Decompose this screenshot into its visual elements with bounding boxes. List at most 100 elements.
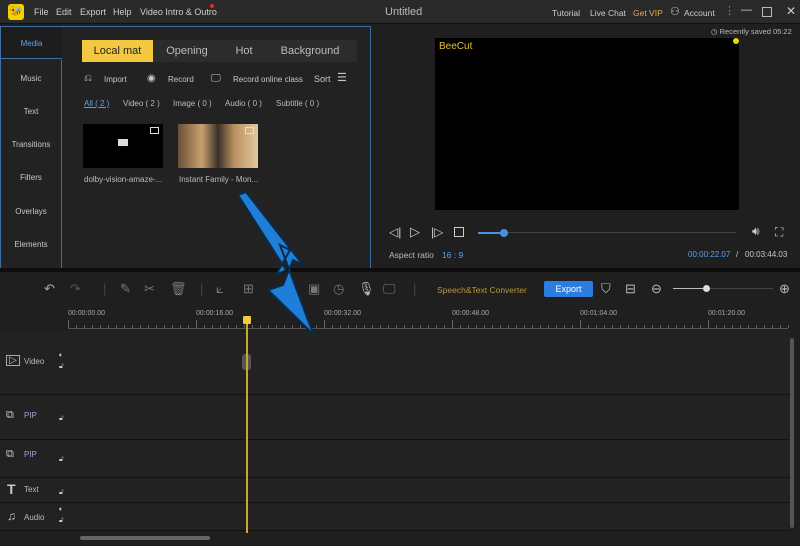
volume-icon[interactable]: 🔊︎ (752, 224, 760, 239)
monitor-icon[interactable]: 🖵 (211, 73, 221, 84)
ruler-tick (780, 325, 781, 328)
live-chat-link[interactable]: Live Chat (590, 8, 626, 18)
stop-button[interactable] (454, 227, 464, 237)
prev-frame-button[interactable]: ◁| (389, 225, 401, 239)
crop-icon[interactable]: ⟀ (216, 281, 224, 297)
ruler-tick (516, 325, 517, 328)
ruler-tick (132, 325, 133, 328)
export-button[interactable]: Export (544, 281, 593, 297)
lock-icon[interactable]: 🔓︎ (59, 517, 64, 525)
record-button[interactable]: Record (168, 75, 194, 84)
record-icon[interactable]: ◉ (147, 73, 156, 84)
account-icon[interactable]: ⚇ (670, 5, 680, 18)
get-vip-link[interactable]: Get VIP (633, 8, 663, 18)
import-icon[interactable]: ⎌ (84, 73, 92, 84)
list-icon[interactable]: ☰ (337, 71, 347, 84)
duration-icon[interactable]: ◷ (333, 281, 344, 297)
menu-video-intro-outro[interactable]: Video Intro & Outro (140, 7, 217, 17)
panel-divider[interactable] (0, 268, 800, 272)
sidebar-item-filters[interactable]: Filters (0, 173, 62, 182)
sidebar-item-elements[interactable]: Elements (0, 240, 62, 249)
speaker-icon[interactable]: 🔈︎ (59, 506, 63, 514)
ruler-tick (764, 325, 765, 328)
sidebar-item-overlays[interactable]: Overlays (0, 207, 62, 216)
sidebar-item-text[interactable]: Text (0, 107, 62, 116)
video-track[interactable]: ▷ Video 🔈︎ 🔓︎ (0, 330, 790, 395)
lock-icon[interactable]: 🔓︎ (59, 363, 64, 371)
cut-icon[interactable]: ✂ (144, 281, 155, 297)
playback-knob[interactable] (499, 228, 508, 237)
more-icon[interactable]: ⋮ (724, 4, 735, 17)
menu-help[interactable]: Help (113, 7, 132, 17)
import-button[interactable]: Import (104, 75, 127, 84)
lock-icon[interactable]: 🔓︎ (59, 456, 64, 464)
account-link[interactable]: Account (684, 8, 715, 18)
sidebar-item-transitions[interactable]: Transitions (0, 140, 62, 149)
filter-all[interactable]: All ( 2 ) (84, 99, 109, 108)
microphone-icon[interactable]: 🎙︎ (358, 281, 375, 297)
menu-file[interactable]: File (34, 7, 49, 17)
notification-dot (210, 4, 214, 8)
ruler-tick (492, 325, 493, 328)
ruler-tick (388, 325, 389, 328)
horizontal-scrollbar[interactable] (80, 536, 210, 540)
text-track[interactable]: T Text 🔓︎ (0, 478, 790, 503)
undo-icon[interactable]: ↶ (44, 281, 55, 297)
ruler-tick (508, 325, 509, 328)
tab-local-mat[interactable]: Local mat (82, 40, 153, 62)
lock-icon[interactable]: 🔓︎ (59, 489, 64, 497)
playback-slider[interactable] (478, 228, 736, 237)
total-time: 00:03:44.03 (745, 250, 788, 259)
maximize-button[interactable] (762, 7, 772, 17)
pip-track[interactable]: ⧉ PIP 🔓︎ (0, 440, 790, 478)
menu-export[interactable]: Export (80, 7, 106, 17)
sidebar-item-media[interactable]: Media (0, 26, 62, 59)
speaker-icon[interactable]: 🔈︎ (59, 352, 63, 360)
tab-background[interactable]: Background (272, 40, 348, 62)
ruler-tick (420, 325, 421, 328)
ruler-tick (180, 325, 181, 328)
timeline-ruler[interactable] (68, 320, 789, 329)
zoom-knob[interactable] (703, 285, 710, 292)
edit-icon[interactable]: ✎ (120, 281, 131, 297)
play-button[interactable]: ▷ (410, 224, 420, 240)
sidebar-item-music[interactable]: Music (0, 74, 62, 83)
ruler-tick (684, 325, 685, 328)
zoom-in-icon[interactable]: ⊕ (779, 281, 790, 297)
vertical-scrollbar[interactable] (790, 338, 794, 528)
ruler-tick (68, 320, 69, 328)
filter-subtitle[interactable]: Subtitle ( 0 ) (276, 99, 319, 108)
screen-record-icon[interactable]: 🖵 (383, 281, 396, 297)
zoom-out-icon[interactable]: ⊖ (651, 281, 662, 297)
redo-icon[interactable]: ↷ (70, 281, 81, 297)
marker-icon[interactable]: ⛉ (601, 281, 611, 297)
playhead-line[interactable] (246, 318, 248, 533)
video-preview[interactable]: BeeCut (435, 38, 739, 210)
media-thumbnail[interactable] (178, 124, 258, 168)
delete-icon[interactable]: 🗑︎ (170, 281, 187, 297)
menu-edit[interactable]: Edit (56, 7, 72, 17)
zoom-slider[interactable] (673, 285, 773, 292)
sort-button[interactable]: Sort (314, 74, 331, 84)
tab-opening[interactable]: Opening (158, 40, 216, 62)
media-thumbnail[interactable] (83, 124, 163, 168)
audio-track[interactable]: ♫ Audio 🔈︎ 🔓︎ (0, 503, 790, 531)
ruler-tick (164, 325, 165, 328)
pip-track[interactable]: ⧉ PIP 🔓︎ (0, 395, 790, 440)
filter-image[interactable]: Image ( 0 ) (173, 99, 212, 108)
separator: | (200, 281, 204, 296)
lock-icon[interactable]: 🔓︎ (59, 415, 64, 423)
minimize-button[interactable]: — (741, 4, 752, 16)
filter-video[interactable]: Video ( 2 ) (123, 99, 160, 108)
speech-text-converter-button[interactable]: Speech&Text Converter (437, 285, 527, 295)
video-type-icon (245, 127, 254, 134)
filter-audio[interactable]: Audio ( 0 ) (225, 99, 262, 108)
fit-timeline-icon[interactable]: ⊟ (625, 281, 636, 297)
fullscreen-icon[interactable]: ⛶ (775, 225, 783, 240)
close-button[interactable]: ✕ (786, 4, 796, 18)
aspect-ratio-value[interactable]: 16 : 9 (442, 250, 463, 260)
tab-hot[interactable]: Hot (222, 40, 266, 62)
record-online-class-button[interactable]: Record online class (233, 75, 303, 84)
next-frame-button[interactable]: |▷ (431, 225, 443, 239)
tutorial-link[interactable]: Tutorial (552, 8, 580, 18)
